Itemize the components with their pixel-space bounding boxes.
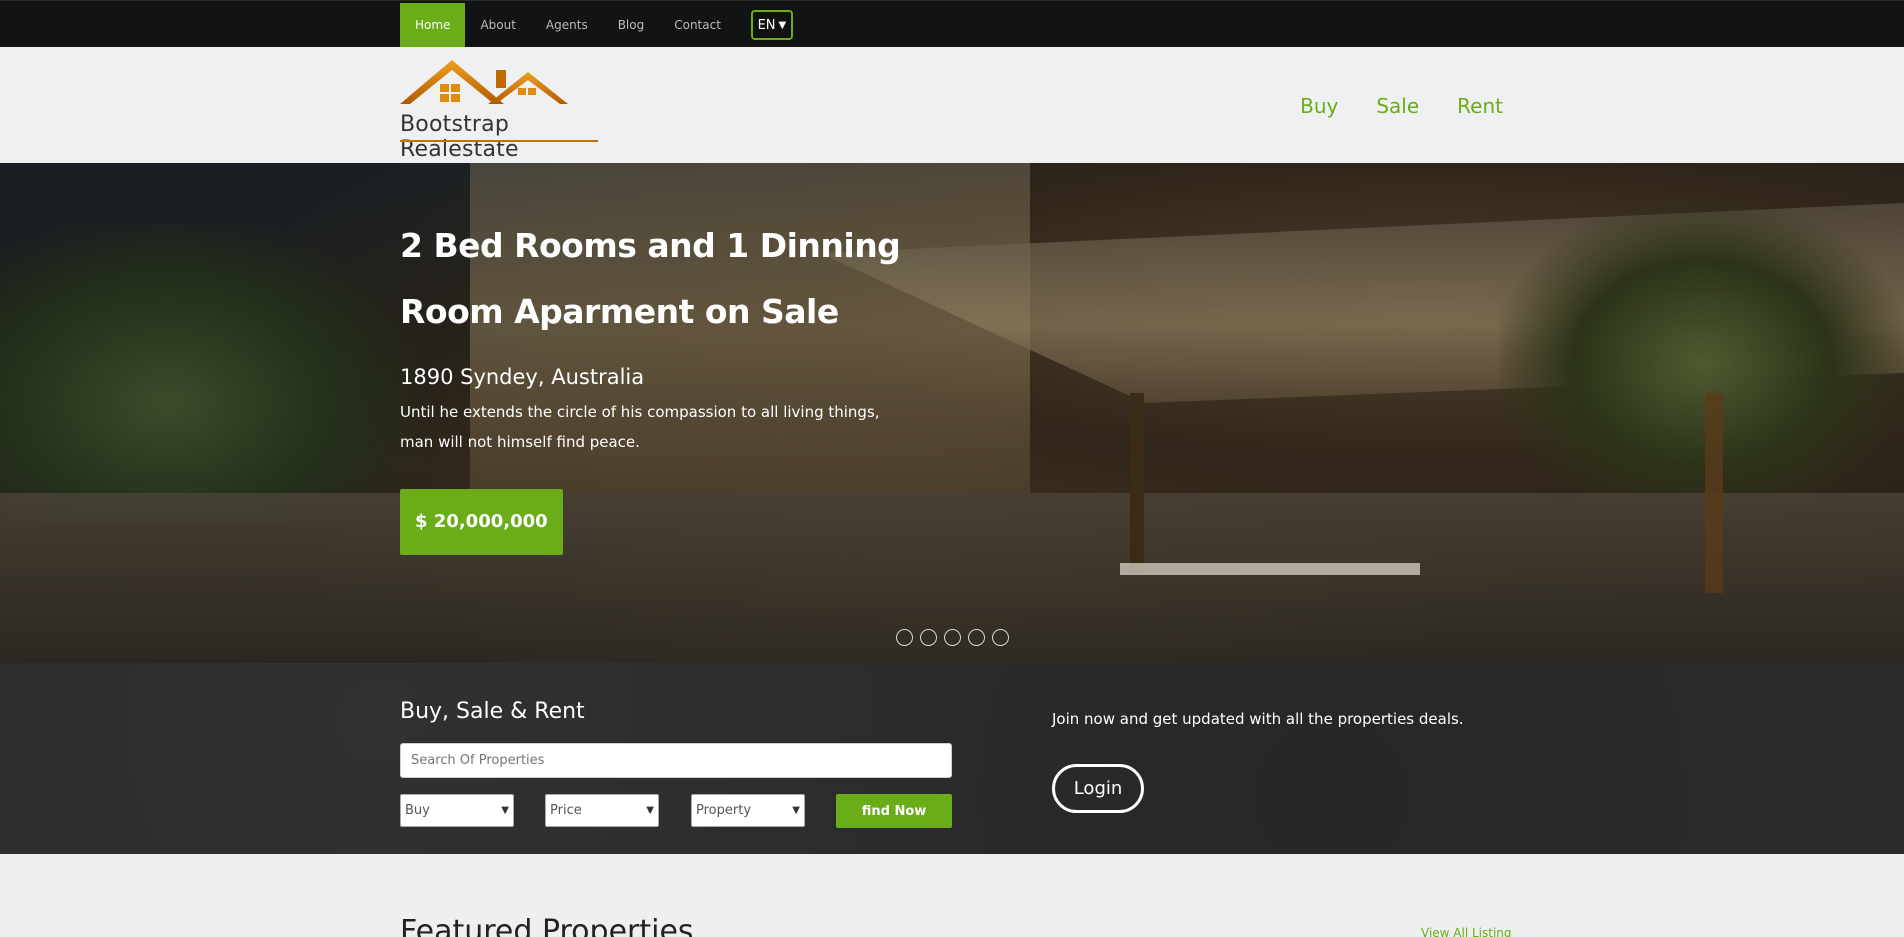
nav-buy-link[interactable]: Buy	[1300, 94, 1338, 118]
hero-bg-trees-left	[0, 223, 420, 523]
featured-title: Featured Properties	[400, 914, 694, 937]
hero-title-line1: 2 Bed Rooms and 1 Dinning	[400, 226, 901, 265]
logo-text: Bootstrap Realestate	[400, 112, 519, 162]
property-value: Property	[696, 803, 752, 818]
slider-indicators	[896, 629, 1009, 646]
nav-rent-link[interactable]: Rent	[1457, 94, 1503, 118]
search-input[interactable]	[400, 743, 952, 778]
slider-dot[interactable]	[896, 629, 913, 646]
slider-dot[interactable]	[920, 629, 937, 646]
chevron-down-icon: ▼	[646, 805, 654, 816]
hero-bg-trees-right	[1500, 203, 1904, 523]
search-title: Buy, Sale & Rent	[400, 699, 585, 724]
price-value: Price	[550, 803, 582, 818]
slider-dot[interactable]	[944, 629, 961, 646]
hero-bg-table	[1120, 563, 1420, 575]
hero-title-line2: Room Aparment on Sale	[400, 292, 839, 331]
top-nav-menu: Home About Agents Blog Contact EN ▼	[400, 3, 793, 47]
view-all-listing-link[interactable]: View All Listing	[1421, 926, 1512, 937]
house-roof-logo-icon	[400, 60, 568, 104]
chevron-down-icon: ▼	[792, 805, 800, 816]
slider-dot[interactable]	[992, 629, 1009, 646]
hero-slider: 2 Bed Rooms and 1 Dinning Room Aparment …	[0, 163, 1904, 663]
nav-agents-link[interactable]: Agents	[531, 3, 603, 47]
logo-underline	[400, 140, 598, 142]
hero-location: 1890 Syndey, Australia	[400, 365, 645, 389]
site-logo[interactable]: Bootstrap Realestate	[400, 60, 600, 162]
price-select[interactable]: Price ▼	[545, 794, 659, 827]
main-nav: Buy Sale Rent	[1300, 94, 1503, 118]
hero-description: Until he extends the circle of his compa…	[400, 403, 880, 451]
buy-type-select[interactable]: Buy ▼	[400, 794, 514, 827]
language-select[interactable]: EN ▼	[750, 10, 793, 40]
property-select[interactable]: Property ▼	[691, 794, 805, 827]
hero-bg-post	[1130, 393, 1144, 573]
nav-about-link[interactable]: About	[465, 3, 530, 47]
site-header: Bootstrap Realestate Buy Sale Rent	[0, 47, 1904, 163]
top-navbar: Home About Agents Blog Contact EN ▼	[0, 0, 1904, 47]
search-band: Buy, Sale & Rent Buy ▼ Price ▼ Property …	[0, 663, 1904, 854]
login-button[interactable]: Login	[1052, 764, 1144, 813]
join-text: Join now and get updated with all the pr…	[1052, 710, 1464, 728]
hero-caption: 2 Bed Rooms and 1 Dinning Room Aparment …	[400, 213, 920, 555]
slider-dot[interactable]	[968, 629, 985, 646]
nav-blog-link[interactable]: Blog	[603, 3, 660, 47]
find-now-button[interactable]: find Now	[836, 794, 952, 828]
chevron-down-icon: ▼	[501, 805, 509, 816]
buy-type-value: Buy	[405, 803, 430, 818]
price-button[interactable]: $ 20,000,000	[400, 489, 563, 555]
nav-sale-link[interactable]: Sale	[1376, 94, 1419, 118]
language-value: EN	[757, 17, 776, 33]
nav-home-link[interactable]: Home	[400, 3, 466, 47]
hero-bg-post	[1705, 393, 1723, 593]
nav-contact-link[interactable]: Contact	[659, 3, 736, 47]
chevron-down-icon: ▼	[778, 19, 787, 31]
